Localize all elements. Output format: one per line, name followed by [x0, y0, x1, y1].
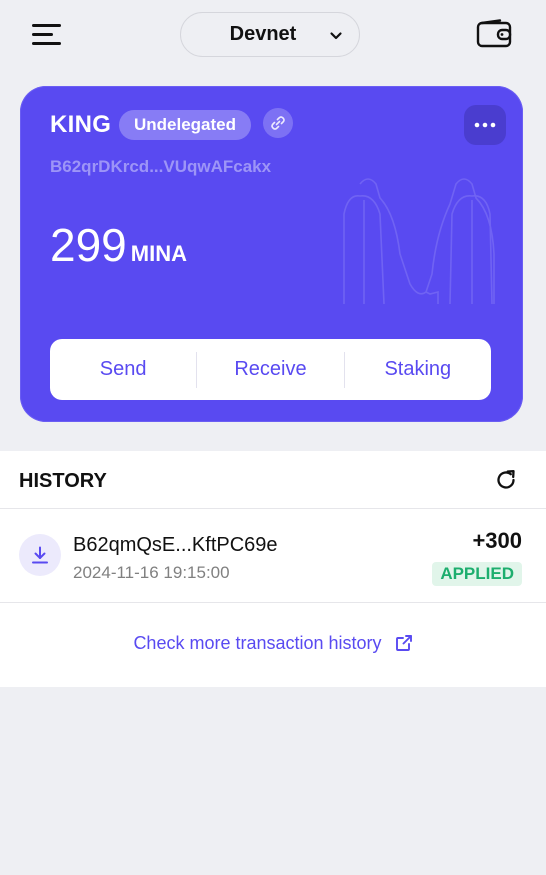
link-chain-icon [271, 116, 285, 130]
top-bar: Devnet [0, 0, 546, 70]
balance-amount: 299 [50, 219, 127, 271]
history-title: HISTORY [19, 470, 107, 492]
network-label: Devnet [229, 23, 297, 45]
receive-icon [19, 534, 61, 576]
staking-button[interactable]: Staking [345, 339, 491, 400]
account-name: KING [50, 111, 112, 138]
mina-watermark-icon [343, 178, 495, 305]
transaction-status-badge: APPLIED [432, 562, 522, 586]
delegation-status-badge: Undelegated [119, 110, 251, 140]
more-history-label: Check more transaction history [133, 633, 382, 653]
refresh-icon[interactable] [494, 468, 518, 492]
transaction-address: B62qmQsE...KftPC69e [73, 534, 278, 556]
wallet-icon[interactable] [476, 19, 512, 49]
more-options-button[interactable] [464, 105, 506, 145]
network-selector[interactable]: Devnet [180, 12, 360, 57]
link-icon[interactable] [263, 108, 293, 138]
ellipsis-icon [474, 122, 496, 128]
menu-line-top [32, 24, 61, 27]
account-address[interactable]: B62qrDKrcd...VUqwAFcakx [50, 157, 271, 177]
transaction-time: 2024-11-16 19:15:00 [73, 563, 230, 582]
account-card: KING Undelegated B62qrDKrcd...VUqwAFcakx… [20, 86, 523, 422]
external-link-icon [395, 635, 412, 651]
menu-button[interactable] [30, 20, 62, 48]
account-balance: 299 MINA [50, 218, 187, 272]
menu-line-bottom [32, 42, 61, 45]
transaction-amount: +300 [472, 528, 522, 553]
transaction-row[interactable]: B62qmQsE...KftPC69e 2024-11-16 19:15:00 … [0, 509, 546, 603]
menu-line-middle [32, 33, 53, 36]
balance-unit: MINA [130, 241, 187, 266]
history-header: HISTORY [0, 451, 546, 509]
send-button[interactable]: Send [50, 339, 196, 400]
receive-button[interactable]: Receive [197, 339, 343, 400]
chevron-down-icon [330, 32, 342, 40]
history-section: HISTORY B62qmQsE...KftPC69e 2024-11-16 1… [0, 451, 546, 687]
account-actions: Send Receive Staking [50, 339, 491, 400]
download-arrow-icon [32, 546, 48, 564]
more-history-link[interactable]: Check more transaction history [0, 633, 546, 654]
